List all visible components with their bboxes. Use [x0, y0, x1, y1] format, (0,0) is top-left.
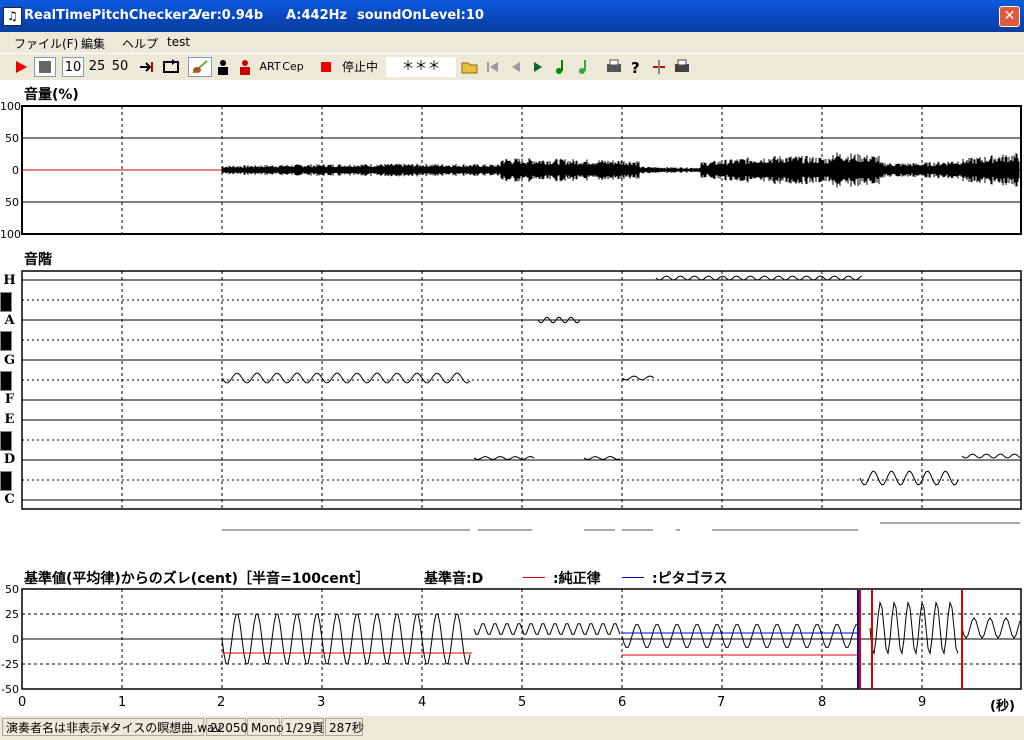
volume-title: 音量(%) [24, 87, 79, 103]
status-length: 287秒 [325, 718, 364, 736]
svg-text:?: ? [631, 59, 640, 77]
open-folder-icon[interactable] [460, 57, 480, 77]
time-label: 4 [418, 695, 427, 710]
violin-icon[interactable] [188, 57, 212, 77]
time-label: 0 [18, 695, 27, 710]
art-button[interactable]: ART [259, 57, 281, 77]
zoom-50-button[interactable]: 50 [109, 57, 131, 77]
version: Ver:0.94b [192, 8, 264, 23]
stop-icon[interactable] [34, 57, 56, 77]
time-unit: (秒) [990, 699, 1015, 714]
close-button[interactable]: ✕ [999, 6, 1020, 27]
zoom-25-button[interactable]: 25 [86, 57, 108, 77]
status-page: 1/29頁 [281, 718, 324, 736]
zoom-10-button[interactable]: 10 [62, 57, 84, 77]
deviation-tick: -25 [1, 658, 19, 671]
deviation-tick: 50 [5, 583, 19, 596]
status-bar: 演奏者名は非表示¥タイスの瞑想曲.wav 22050 Mono 1/29頁 28… [0, 716, 1024, 740]
deviation-title: 基準値(平均律)からのズレ(cent)［半音=100cent］ [24, 571, 370, 587]
deviation-tick: 25 [5, 608, 19, 621]
note-icon[interactable] [552, 57, 570, 77]
menu-file[interactable]: ファイル(F) [14, 35, 78, 52]
next-icon[interactable] [529, 57, 547, 77]
note-h: H [3, 273, 16, 288]
app-name: RealTimePitchChecker2 [24, 8, 197, 23]
note-f: F [4, 392, 15, 407]
menu-test[interactable]: test [167, 35, 190, 49]
title-bar: ♫ RealTimePitchChecker2 Ver:0.94b A:442H… [0, 0, 1024, 32]
note-e: E [4, 412, 15, 427]
volume-tick: 100 [0, 228, 21, 241]
print-icon[interactable] [604, 57, 624, 77]
time-label: 5 [518, 695, 527, 710]
status-stopped: 停止中 [341, 60, 378, 74]
previous-icon[interactable] [506, 57, 524, 77]
menu-help[interactable]: ヘルプ [122, 35, 158, 52]
pitch-display: ＊＊＊ [386, 57, 456, 77]
note-c: C [4, 492, 15, 507]
menu-edit[interactable]: 編集 [81, 35, 105, 52]
note-alt-icon[interactable] [575, 57, 593, 77]
note-a: A [4, 313, 15, 328]
scale-title: 音階 [24, 252, 52, 268]
loop-icon[interactable] [160, 57, 182, 77]
volume-tick: 0 [12, 164, 19, 177]
black-key[interactable] [0, 331, 12, 351]
plot-canvas [21, 105, 1022, 690]
status-file: 演奏者名は非表示¥タイスの瞑想曲.wav [2, 718, 221, 736]
time-label: 9 [918, 695, 927, 710]
a-frequency: A:442Hz [286, 8, 348, 23]
pyth-legend-line [622, 577, 644, 578]
status-rate: 22050 [206, 718, 248, 736]
record-icon[interactable] [318, 57, 334, 77]
skip-first-icon[interactable] [483, 57, 501, 77]
just-legend-line [523, 577, 545, 578]
note-g: G [3, 353, 16, 368]
deviation-tick: -50 [1, 683, 19, 696]
help-icon[interactable]: ? [627, 57, 645, 77]
deviation-tick: 0 [12, 633, 19, 646]
time-label: 2 [217, 695, 226, 710]
cep-button[interactable]: Cep [282, 57, 304, 77]
black-key[interactable] [0, 371, 12, 391]
time-label: 7 [717, 695, 726, 710]
time-label: 3 [317, 695, 326, 710]
time-label: 6 [618, 695, 627, 710]
black-key[interactable] [0, 431, 12, 451]
volume-tick: 100 [0, 100, 21, 113]
time-label: 8 [818, 695, 827, 710]
pyth-legend: :ピタゴラス [652, 571, 728, 587]
person-black-icon[interactable] [214, 57, 232, 77]
sound-on-level: soundOnLevel:10 [357, 8, 484, 23]
print-setup-icon[interactable] [672, 57, 692, 77]
note-d: D [3, 452, 16, 467]
black-key[interactable] [0, 471, 12, 491]
time-label: 1 [118, 695, 127, 710]
volume-tick: 50 [5, 132, 19, 145]
person-red-icon[interactable] [236, 57, 254, 77]
marker-icon[interactable] [650, 57, 668, 77]
status-channels: Mono [247, 718, 284, 736]
play-icon[interactable] [12, 57, 30, 77]
volume-tick: 50 [5, 196, 19, 209]
jump-end-icon[interactable] [137, 57, 157, 77]
toolbar: 10 25 50 ART Cep 停止中 ＊＊＊ ? [0, 53, 1024, 81]
black-key[interactable] [0, 292, 12, 312]
base-note: 基準音:D [424, 571, 484, 587]
analysis-panel: 音量(%) 100 50 0 50 100 音階 H A G F E D C 基… [0, 80, 1024, 716]
music-note-icon[interactable]: ♫ [3, 7, 22, 26]
just-legend: :純正律 [553, 571, 601, 587]
menu-bar: ファイル(F) 編集 ヘルプ test [0, 32, 1024, 52]
